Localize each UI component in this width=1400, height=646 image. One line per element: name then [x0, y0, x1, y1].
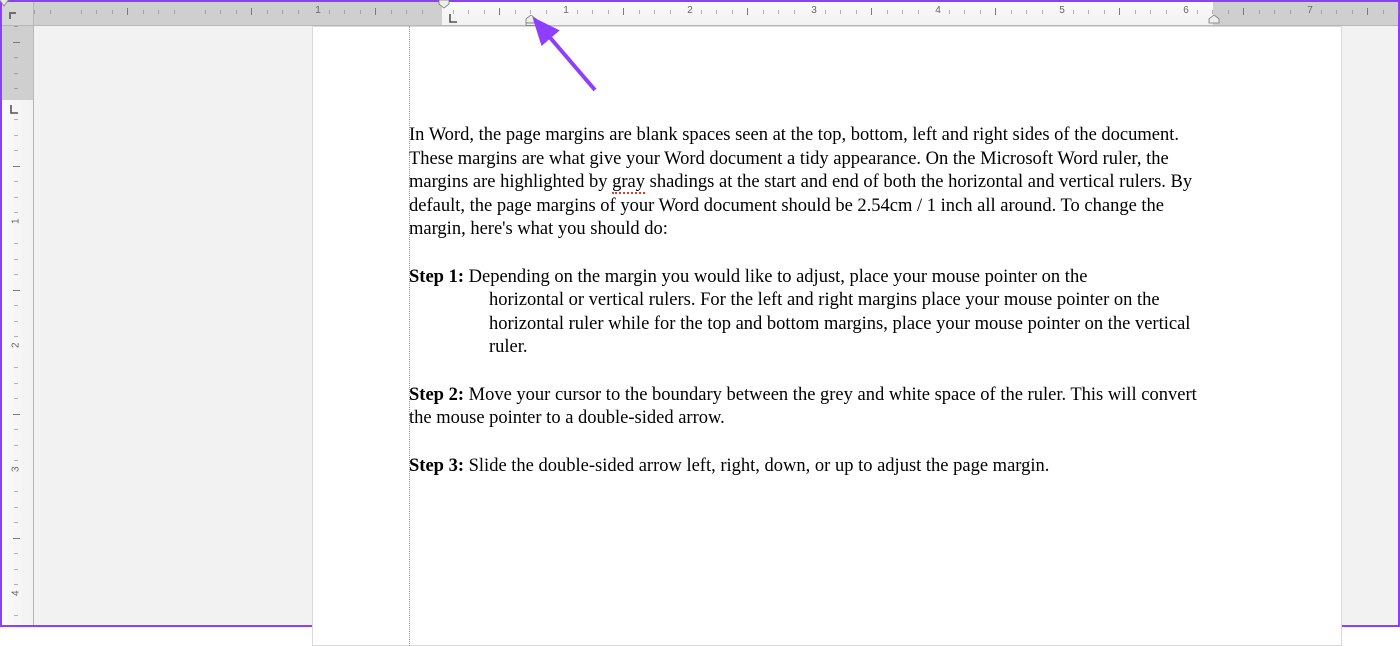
h-ruler-number: 3 — [811, 5, 817, 16]
h-ruler-number: 2 — [687, 5, 693, 16]
h-ruler-number: 1 — [315, 5, 321, 16]
step-2-text: Move your cursor to the boundary between… — [409, 385, 1197, 429]
h-ruler-number: 5 — [1059, 5, 1065, 16]
step-3-label: Step 3: — [409, 456, 464, 476]
page-area: In Word, the page margins are blank spac… — [34, 26, 1398, 625]
intro-paragraph: In Word, the page margins are blank spac… — [409, 124, 1212, 242]
h-ruler-number: 6 — [1183, 5, 1189, 16]
top-marker-icon — [0, 0, 9, 7]
v-ruler-number: 3 — [11, 466, 22, 472]
hanging-indent-marker[interactable] — [525, 15, 535, 23]
first-line-indent-marker[interactable] — [438, 0, 448, 8]
step-2: Step 2: Move your cursor to the boundary… — [409, 384, 1212, 431]
tab-stop-icon[interactable] — [448, 13, 460, 25]
vertical-ruler[interactable]: 1 2 3 4 — [2, 26, 34, 625]
v-ruler-number: 2 — [11, 342, 22, 348]
step-1-label: Step 1: — [409, 267, 464, 287]
ruler-corner — [2, 2, 34, 26]
step-1-body: horizontal or vertical rulers. For the l… — [409, 289, 1212, 360]
app-frame: 11234567 1234 In Word, the page — [0, 0, 1400, 627]
horizontal-ruler[interactable]: 1 1 2 3 4 5 6 7 — [34, 2, 1398, 26]
v-ruler-number: 4 — [11, 590, 22, 596]
h-ruler-number: 4 — [935, 5, 941, 16]
spellcheck-squiggle[interactable]: gray — [612, 172, 645, 194]
right-indent-marker[interactable] — [1208, 15, 1218, 23]
step-2-label: Step 2: — [409, 385, 464, 405]
step-1: Step 1: Depending on the margin you woul… — [409, 266, 1212, 360]
h-ruler-ticks: 1 1 2 3 4 5 6 7 — [34, 2, 1398, 25]
h-ruler-number: 7 — [1307, 5, 1313, 16]
page-content[interactable]: In Word, the page margins are blank spac… — [409, 124, 1212, 502]
step-1-first: Depending on the margin you would like t… — [464, 267, 1087, 287]
v-ruler-number: 1 — [11, 218, 22, 224]
document-page[interactable]: In Word, the page margins are blank spac… — [312, 26, 1342, 646]
tab-stop-v-icon — [9, 104, 21, 116]
h-ruler-number: 1 — [563, 5, 569, 16]
step-3-text: Slide the double-sided arrow left, right… — [464, 456, 1049, 476]
step-3: Step 3: Slide the double-sided arrow lef… — [409, 455, 1212, 479]
